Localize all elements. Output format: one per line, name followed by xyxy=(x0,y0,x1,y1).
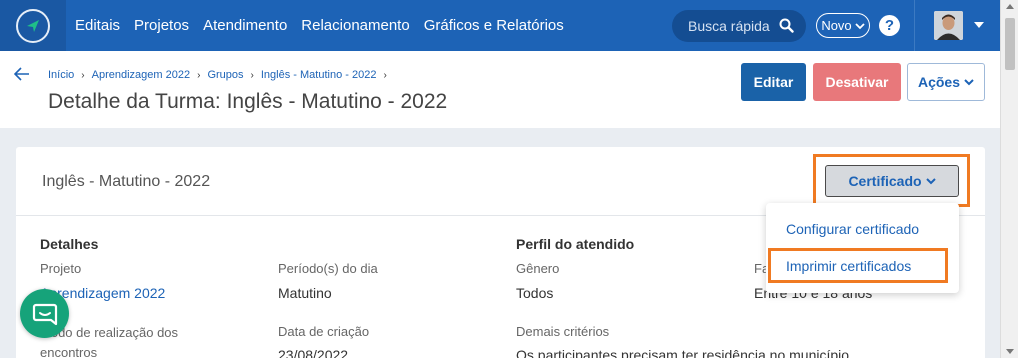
other-criteria-value: Os participantes precisam ter residência… xyxy=(516,347,850,358)
nav-relacionamento[interactable]: Relacionamento xyxy=(301,17,409,34)
project-label: Projeto xyxy=(40,261,82,276)
details-heading: Detalhes xyxy=(40,236,99,252)
print-highlight xyxy=(768,248,948,283)
breadcrumb-grupos[interactable]: Grupos xyxy=(207,69,243,81)
back-arrow-icon[interactable] xyxy=(13,65,30,86)
chevron-right-icon: › xyxy=(250,69,254,81)
novo-label: Novo xyxy=(821,18,852,33)
menu-item-configure-certificate[interactable]: Configurar certificado xyxy=(786,221,919,237)
page-scrollbar[interactable] xyxy=(1000,0,1018,358)
nav-divider xyxy=(914,0,915,51)
gender-value: Todos xyxy=(516,285,554,301)
created-label: Data de criação xyxy=(278,324,370,339)
breadcrumb-turma[interactable]: Inglês - Matutino - 2022 xyxy=(261,69,377,81)
logo-icon xyxy=(16,8,50,43)
nav-projetos[interactable]: Projetos xyxy=(134,17,189,34)
nav-editais[interactable]: Editais xyxy=(75,17,120,34)
logo[interactable] xyxy=(0,0,66,51)
top-navbar: Editais Projetos Atendimento Relacioname… xyxy=(0,0,1000,51)
search-icon[interactable] xyxy=(779,18,794,33)
chevron-down-icon xyxy=(855,22,865,29)
scroll-up-icon[interactable] xyxy=(1006,4,1014,9)
profile-heading: Perfil do atendido xyxy=(516,236,635,252)
avatar[interactable] xyxy=(934,11,963,40)
other-criteria-label: Demais critérios xyxy=(516,324,610,339)
card-title: Inglês - Matutino - 2022 xyxy=(42,173,211,190)
nav-graficos-relatorios[interactable]: Gráficos e Relatórios xyxy=(424,17,564,34)
scroll-down-icon[interactable] xyxy=(1006,349,1014,354)
search-placeholder: Busca rápida xyxy=(688,18,770,34)
chevron-right-icon: › xyxy=(197,69,201,81)
edit-button[interactable]: Editar xyxy=(741,63,806,101)
avatar-caret-icon[interactable] xyxy=(974,22,984,28)
nav-atendimento[interactable]: Atendimento xyxy=(203,17,287,34)
deactivate-button[interactable]: Desativar xyxy=(813,63,901,101)
breadcrumb: Início › Aprendizagem 2022 › Grupos › In… xyxy=(48,69,394,81)
scrollbar-thumb[interactable] xyxy=(1005,18,1015,70)
page-title: Detalhe da Turma: Inglês - Matutino - 20… xyxy=(48,90,448,113)
chat-button[interactable] xyxy=(20,289,69,338)
chat-icon xyxy=(32,303,57,325)
breadcrumb-inicio[interactable]: Início xyxy=(48,69,74,81)
certificate-button[interactable]: Certificado xyxy=(825,165,959,197)
breadcrumb-aprendizagem[interactable]: Aprendizagem 2022 xyxy=(92,69,190,81)
actions-button[interactable]: Ações xyxy=(907,63,985,101)
page-header: Início › Aprendizagem 2022 › Grupos › In… xyxy=(0,51,1000,128)
periods-value: Matutino xyxy=(278,285,332,301)
actions-label: Ações xyxy=(917,74,961,90)
chevron-right-icon: › xyxy=(383,69,387,81)
chevron-down-icon xyxy=(925,178,936,185)
periods-label: Período(s) do dia xyxy=(278,261,378,276)
chevron-right-icon: › xyxy=(81,69,85,81)
search-input[interactable]: Busca rápida xyxy=(672,10,806,42)
help-icon[interactable]: ? xyxy=(879,15,900,36)
novo-button[interactable]: Novo xyxy=(816,13,870,38)
gender-label: Gênero xyxy=(516,261,560,276)
certificate-label: Certificado xyxy=(848,173,922,189)
created-value: 23/08/2022 xyxy=(278,347,349,358)
chevron-down-icon xyxy=(964,79,974,86)
